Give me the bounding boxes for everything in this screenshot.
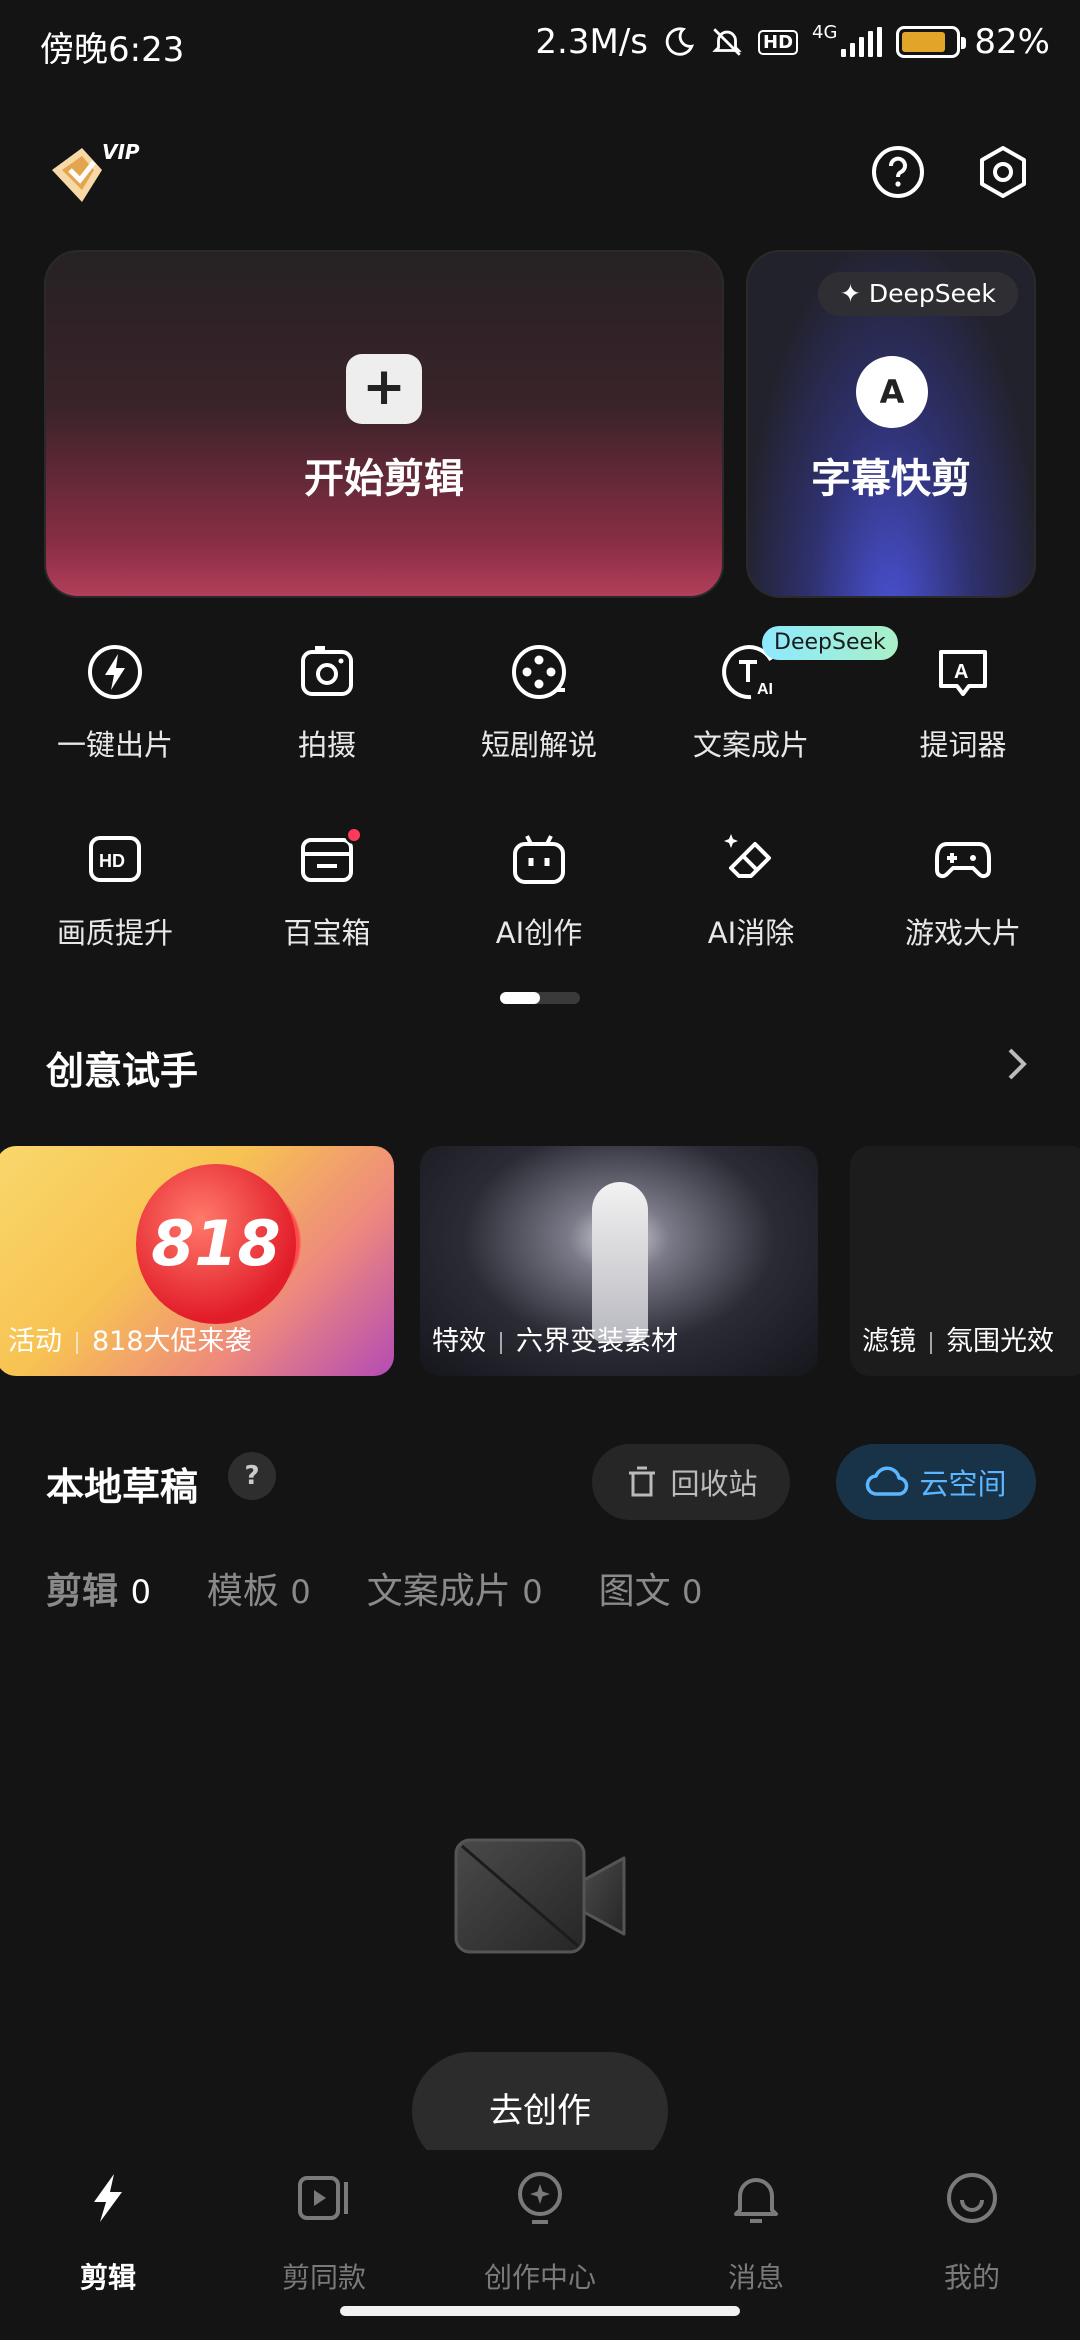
profile-smile-icon — [947, 2173, 997, 2223]
nav-label: 我的 — [943, 2261, 1000, 2294]
start-edit-label: 开始剪辑 — [304, 456, 464, 502]
tool-label: 拍摄 — [297, 728, 356, 762]
bell-icon — [734, 2178, 778, 2223]
net-speed: 2.3M/s — [535, 22, 648, 62]
home-indicator[interactable] — [340, 2306, 740, 2316]
tab-edit[interactable]: 剪辑 0 — [46, 1562, 151, 1614]
svg-text:AI: AI — [757, 681, 773, 698]
section-title-creative: 创意试手 — [46, 1049, 199, 1093]
tab-template[interactable]: 模板 0 — [207, 1562, 311, 1614]
status-bar: 傍晚6:23 2.3M/s HD 4G 82% — [0, 0, 1080, 90]
tool-quality-boost[interactable]: HD 画质提升 — [7, 830, 223, 980]
signal-icon — [841, 27, 883, 57]
nav-label: 剪同款 — [281, 2261, 366, 2294]
cloud-icon — [866, 1466, 909, 1496]
eraser-icon — [724, 834, 771, 878]
svg-text:A: A — [954, 661, 968, 683]
tool-label: 提词器 — [919, 728, 1007, 762]
subtitle-quick-edit-label: 字幕快剪 — [811, 456, 971, 502]
section-title-drafts: 本地草稿 — [46, 1465, 199, 1509]
gamepad-icon — [935, 842, 991, 879]
hd-indicator: HD — [758, 29, 799, 55]
tool-label: 短剧解说 — [480, 728, 597, 762]
nav-template[interactable]: 剪同款 — [216, 2170, 432, 2310]
deepseek-badge: ✦ DeepSeek — [818, 272, 1018, 316]
tool-label: 一键出片 — [56, 728, 173, 762]
bell-muted-icon — [712, 28, 742, 56]
status-time: 傍晚6:23 — [40, 30, 185, 70]
tile-caption: 滤镜 氛围光效 — [862, 1326, 1054, 1357]
promo-818-art: 818 — [136, 1164, 296, 1324]
nav-label: 创作中心 — [483, 2261, 596, 2294]
plus-icon: + — [346, 354, 422, 424]
tool-shoot[interactable]: 拍摄 — [219, 642, 435, 792]
nav-label: 剪辑 — [79, 2261, 136, 2294]
lightning-icon — [88, 645, 142, 699]
nav-messages[interactable]: 消息 — [648, 2170, 864, 2310]
robot-icon — [513, 835, 565, 884]
moon-icon — [665, 27, 695, 56]
start-edit-card[interactable]: + 开始剪辑 — [44, 250, 724, 598]
bulb-icon — [518, 2172, 562, 2224]
creative-tile-filter[interactable]: 滤镜 氛围光效 — [850, 1146, 1080, 1376]
battery-percent: 82% — [974, 22, 1050, 62]
tool-label: 文案成片 — [692, 728, 809, 762]
tab-image-text[interactable]: 图文 0 — [599, 1562, 703, 1614]
hd-icon: HD — [89, 836, 141, 882]
chevron-right-icon[interactable] — [998, 1044, 1034, 1084]
tool-toolbox[interactable]: 百宝箱 — [219, 826, 435, 980]
nav-edit[interactable]: 剪辑 — [0, 2170, 216, 2310]
subtitle-quick-edit-card[interactable]: ✦ DeepSeek A 字幕快剪 — [746, 250, 1036, 598]
trash-icon — [629, 1466, 656, 1497]
tool-short-drama[interactable]: 短剧解说 — [431, 642, 647, 792]
goddess-figure-image — [592, 1182, 648, 1342]
tile-caption: 活动 818大促来袭 — [8, 1326, 252, 1357]
recycle-label: 回收站 — [670, 1467, 758, 1501]
settings-icon[interactable] — [975, 144, 1031, 200]
tool-one-click[interactable]: 一键出片 — [7, 642, 223, 792]
vip-logo[interactable]: VIP — [48, 140, 144, 210]
scissors-bolt-icon — [94, 2174, 122, 2222]
tool-ai-erase[interactable]: AI消除 — [643, 830, 859, 980]
creative-tile-event[interactable]: 818 活动 818大促来袭 — [0, 1146, 394, 1376]
drafts-help-button[interactable]: ? — [228, 1452, 276, 1500]
notification-dot — [345, 826, 363, 844]
status-right: 2.3M/s HD 4G 82% — [535, 21, 1050, 63]
nav-creator-center[interactable]: 创作中心 — [432, 2170, 648, 2310]
cloud-label: 云空间 — [919, 1467, 1007, 1501]
tool-label: 画质提升 — [56, 916, 173, 950]
tool-text-to-video[interactable]: AI 文案成片 — [643, 642, 859, 792]
tab-text-video[interactable]: 文案成片 0 — [367, 1562, 543, 1614]
camera-icon — [301, 646, 353, 696]
teleprompter-icon: A — [939, 650, 987, 696]
nav-label: 消息 — [727, 2261, 784, 2294]
film-reel-icon — [512, 645, 566, 699]
tool-label: 百宝箱 — [283, 916, 371, 950]
tool-label: AI创作 — [495, 916, 583, 950]
tool-label: AI消除 — [707, 916, 795, 950]
tool-label: 游戏大片 — [904, 916, 1021, 950]
empty-video-icon — [454, 1838, 626, 1954]
tool-game-video[interactable]: 游戏大片 — [855, 830, 1071, 980]
subtitle-a-icon: A — [856, 356, 928, 428]
draft-tabs: 剪辑 0 模板 0 文案成片 0 图文 0 — [46, 1562, 702, 1614]
network-type: 4G — [812, 21, 838, 43]
tile-caption: 特效 六界变装素材 — [432, 1326, 678, 1357]
page-indicator — [500, 992, 580, 1004]
svg-text:HD: HD — [99, 851, 125, 871]
tool-teleprompter[interactable]: A 提词器 — [855, 642, 1071, 792]
template-video-icon — [298, 2176, 348, 2220]
battery-icon — [896, 26, 967, 58]
tool-ai-create[interactable]: AI创作 — [431, 830, 647, 980]
help-icon[interactable] — [870, 144, 926, 200]
creative-tile-effects[interactable]: 特效 六界变装素材 — [420, 1146, 818, 1376]
vip-label: VIP — [102, 140, 140, 164]
cloud-space-button[interactable]: 云空间 — [836, 1444, 1036, 1520]
nav-profile[interactable]: 我的 — [864, 2170, 1080, 2310]
recycle-bin-button[interactable]: 回收站 — [592, 1444, 790, 1520]
